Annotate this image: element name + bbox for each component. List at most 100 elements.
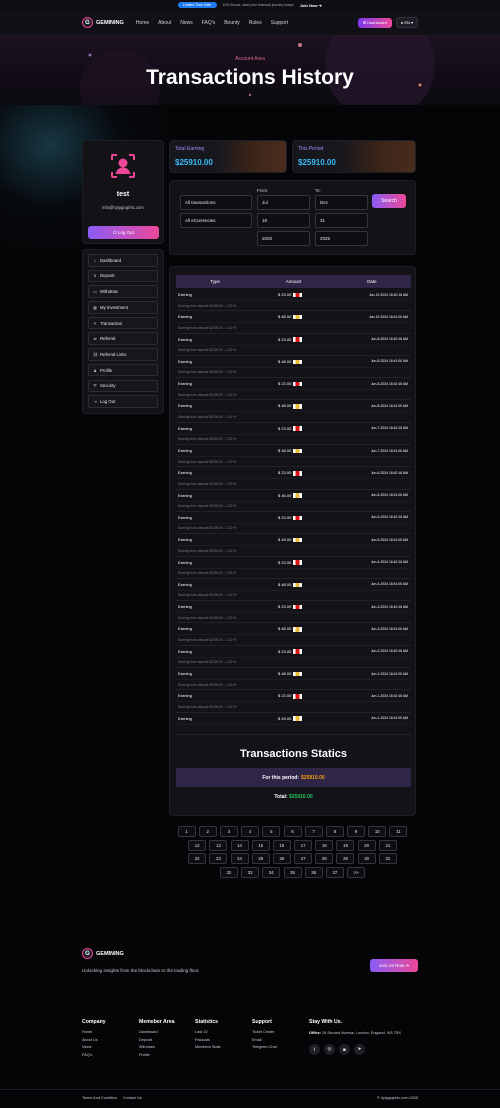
terms-link[interactable]: Terms And Condition: [82, 1096, 117, 1100]
sidebar-item-profile[interactable]: ♟ Profile: [88, 363, 158, 377]
page-button[interactable]: 9: [347, 826, 366, 837]
sidebar-item-referral[interactable]: ⇄ Referral: [88, 332, 158, 345]
brand-logo[interactable]: G GEMINING: [82, 17, 124, 28]
page-button[interactable]: 11: [389, 826, 408, 837]
page-button[interactable]: 37: [325, 867, 344, 879]
currency-flag-icon: [293, 359, 303, 365]
page-button[interactable]: 7: [304, 826, 323, 837]
page-button[interactable]: 2: [198, 826, 217, 837]
row-divider: [176, 500, 411, 502]
tx-type: Earning: [178, 292, 192, 297]
page-button[interactable]: 28: [315, 853, 334, 865]
page-button[interactable]: 34: [262, 867, 281, 879]
footer-link[interactable]: Withdraw: [139, 1045, 175, 1049]
currency-select[interactable]: All eCurrencies: [180, 213, 252, 228]
page-button[interactable]: 10: [368, 826, 387, 837]
page-button[interactable]: 21: [378, 839, 397, 851]
page-button[interactable]: 1: [177, 826, 196, 837]
footer-brand-logo[interactable]: G GEMINING: [82, 948, 124, 959]
search-button[interactable]: Search: [372, 194, 406, 208]
sidebar-item-transaction[interactable]: ✎ Transaction: [88, 316, 158, 330]
sidebar-item-withdraw[interactable]: ▭ Withdraw: [88, 285, 158, 298]
page-button[interactable]: 33: [241, 867, 260, 879]
from-month-select[interactable]: Jul: [257, 195, 310, 210]
nav-link-support[interactable]: Support: [271, 20, 289, 26]
from-day-select[interactable]: 18: [257, 213, 310, 228]
page-button[interactable]: 19: [336, 839, 355, 851]
page-button[interactable]: 23: [209, 853, 228, 865]
footer-link[interactable]: Deposit: [139, 1038, 175, 1042]
instagram-icon[interactable]: ◎: [324, 1043, 335, 1055]
page-button[interactable]: 14: [230, 839, 249, 851]
currency-flag-icon: [293, 716, 303, 721]
page-button[interactable]: 25: [251, 853, 270, 865]
tx-date: Jun-4-2024 16:41:00 AM: [370, 582, 408, 587]
footer-link[interactable]: FAQ's: [82, 1053, 106, 1057]
logout-button[interactable]: ⏻ Log Out: [88, 226, 159, 239]
page-button[interactable]: 26: [272, 853, 291, 865]
facebook-icon[interactable]: f: [309, 1043, 320, 1055]
page-button[interactable]: 15: [251, 839, 270, 851]
page-button[interactable]: 29: [336, 853, 355, 865]
page-button[interactable]: 13: [209, 839, 228, 851]
page-button[interactable]: 20: [357, 839, 376, 851]
footer-link[interactable]: Telegram Chat: [252, 1045, 277, 1049]
page-button[interactable]: 36: [304, 867, 323, 879]
page-button[interactable]: 27: [294, 853, 313, 865]
footer-link[interactable]: Last 10: [195, 1030, 221, 1034]
page-button[interactable]: 24: [230, 853, 249, 865]
page-button[interactable]: 4: [241, 826, 260, 837]
footer-link[interactable]: Dashboard: [139, 1030, 175, 1034]
sidebar-item-dashboard[interactable]: ⌂ Dashboard: [88, 254, 158, 267]
sidebar-item-my-investment[interactable]: ▦ My Investment: [88, 301, 158, 314]
page-button[interactable]: 3: [219, 826, 238, 837]
page-button[interactable]: 17: [294, 839, 313, 851]
page-button[interactable]: 30: [357, 853, 376, 865]
sidebar-item-log-out[interactable]: ⇥ Log Out: [88, 395, 158, 408]
footer-link[interactable]: News: [82, 1045, 106, 1049]
nav-link-bounty[interactable]: Bounty: [224, 20, 240, 26]
footer-link[interactable]: About Us: [82, 1038, 106, 1042]
page-button[interactable]: 8: [325, 826, 344, 837]
page-button[interactable]: 22: [188, 853, 207, 865]
page-button[interactable]: 18: [315, 839, 334, 851]
nav-link-faqs[interactable]: FAQ's: [202, 20, 215, 26]
from-year-select[interactable]: 2020: [257, 231, 310, 246]
footer-link[interactable]: Home: [82, 1030, 106, 1034]
telegram-icon[interactable]: ➤: [354, 1043, 365, 1055]
sidebar-item-security[interactable]: ⛨ Security: [88, 379, 158, 392]
page-button[interactable]: 12: [188, 839, 207, 851]
footer-link[interactable]: Profile: [139, 1053, 175, 1057]
dashboard-button[interactable]: ⊞ Dashboard: [357, 17, 392, 28]
footer-link[interactable]: Paidouts: [195, 1038, 221, 1042]
page-button[interactable]: 5: [262, 826, 281, 837]
page-button[interactable]: 31: [378, 853, 397, 865]
page-button[interactable]: 32: [219, 867, 238, 879]
header-amount: Amount: [285, 279, 302, 284]
contact-link[interactable]: Contact Us: [123, 1096, 142, 1100]
to-month-select[interactable]: Dec: [315, 195, 368, 210]
footer-link[interactable]: Members Stats: [195, 1045, 221, 1049]
page-hero: Account Area Transactions History: [0, 35, 500, 105]
join-now-link[interactable]: Join Now ➔: [300, 3, 322, 8]
table-row: Earning $ 46.00 Jun-19-2024 16:41:00 AM Ear…: [176, 311, 411, 334]
footer-link[interactable]: Ticket Center: [252, 1030, 277, 1034]
to-day-select[interactable]: 31: [315, 213, 368, 228]
sidebar-item-referral-links[interactable]: ⛓ Referral Links: [88, 348, 158, 361]
page-button[interactable]: 6: [283, 826, 302, 837]
join-us-button[interactable]: Join Us Now ➔: [370, 959, 418, 972]
nav-link-rules[interactable]: Rules: [249, 20, 262, 26]
footer-link[interactable]: Email: [252, 1038, 277, 1042]
to-year-select[interactable]: 2025: [315, 231, 368, 246]
tx-description: Earning from deposit $2000.00 - 2.40 %: [178, 459, 237, 464]
nav-link-news[interactable]: News: [180, 20, 193, 26]
transaction-type-select[interactable]: All transactions: [180, 195, 252, 210]
next-page-button[interactable]: >>: [347, 867, 366, 879]
language-select[interactable]: ● EN ▾: [395, 17, 418, 28]
page-button[interactable]: 16: [272, 839, 291, 851]
camera-icon[interactable]: ◙: [339, 1043, 350, 1055]
page-button[interactable]: 35: [283, 867, 302, 879]
sidebar-item-deposit[interactable]: $ Deposit: [88, 269, 158, 283]
nav-link-home[interactable]: Home: [136, 20, 149, 26]
nav-link-about[interactable]: About: [158, 20, 171, 26]
